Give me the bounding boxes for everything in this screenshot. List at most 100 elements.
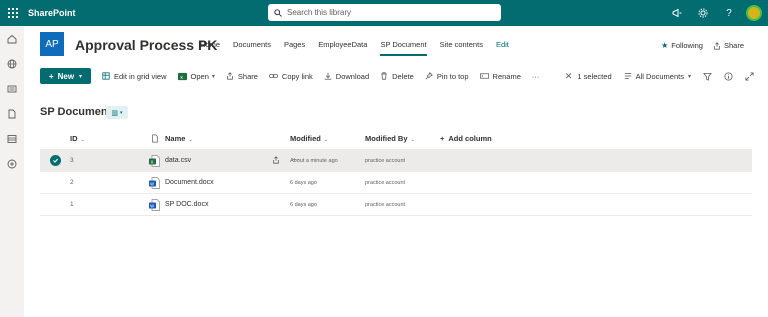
row-more-icon[interactable]: ··· <box>292 155 300 164</box>
app-bar <box>0 26 24 317</box>
expand-icon <box>745 71 754 81</box>
add-column-button[interactable]: + Add column <box>440 134 590 143</box>
copy-link-button[interactable]: Copy link <box>268 71 313 81</box>
row-id: 3 <box>70 157 74 164</box>
column-type[interactable] <box>144 134 165 143</box>
copy-link-label: Copy link <box>281 71 313 81</box>
rename-button[interactable]: Rename <box>479 71 521 81</box>
search-input[interactable]: Search this library <box>268 4 501 21</box>
word-file-icon: w <box>144 198 165 211</box>
home-icon[interactable] <box>0 26 24 51</box>
chevron-down-icon: ▾ <box>211 73 215 80</box>
share-button[interactable]: Share <box>226 72 258 81</box>
add-icon[interactable] <box>0 151 24 176</box>
list-view-icon <box>624 73 631 79</box>
pin-button[interactable]: Pin to top <box>425 72 469 81</box>
delete-button[interactable]: Delete <box>380 72 414 81</box>
new-label: New <box>57 71 75 81</box>
chevron-down-icon: ▾ <box>120 109 123 116</box>
pin-icon <box>425 72 433 80</box>
open-label: Open <box>190 71 209 81</box>
word-file-icon: w <box>144 176 165 189</box>
help-icon[interactable]: ? <box>716 0 742 26</box>
nav-pages[interactable]: Pages <box>284 40 305 54</box>
document-list: ID ⌄ Name ⌄ Modified ⌄ Modified By ⌄ + Add co… <box>40 128 752 216</box>
star-icon: ★ <box>661 41 669 50</box>
nav-employeedata[interactable]: EmployeeData <box>318 40 367 54</box>
gear-icon[interactable] <box>690 0 716 26</box>
table-row[interactable]: 3 x data.csv About a minute ago practice… <box>40 150 752 172</box>
row-checkbox[interactable] <box>40 155 70 166</box>
plus-icon: + <box>440 134 445 143</box>
grid-icon <box>102 72 110 80</box>
megaphone-icon[interactable] <box>664 0 690 26</box>
pin-label: Pin to top <box>436 71 469 81</box>
following-label: Following <box>671 41 703 50</box>
row-name[interactable]: SP DOC.docx <box>165 201 290 208</box>
filter-button[interactable] <box>703 72 712 81</box>
svg-text:x: x <box>180 74 183 80</box>
library-icon: ▥ <box>111 109 119 117</box>
share-icon <box>227 72 233 80</box>
table-header: ID ⌄ Name ⌄ Modified ⌄ Modified By ⌄ + Add co… <box>40 128 752 150</box>
new-button[interactable]: + New ▾ <box>40 68 91 84</box>
rename-label: Rename <box>492 71 521 81</box>
site-share-button[interactable]: Share <box>713 41 744 50</box>
avatar[interactable] <box>746 5 762 21</box>
table-row[interactable]: 2 w Document.docx 6 days ago practice ac… <box>40 172 752 194</box>
row-modified-by[interactable]: practice account <box>365 180 440 186</box>
share-icon <box>714 41 720 50</box>
download-icon <box>324 72 331 80</box>
clear-selection-button[interactable]: ✕ 1 selected <box>565 71 612 82</box>
chevron-down-icon: ⌄ <box>188 137 193 143</box>
svg-text:w: w <box>150 203 154 209</box>
nav-documents[interactable]: Documents <box>233 40 271 54</box>
site-title[interactable]: Approval Process PK <box>75 37 217 53</box>
row-name[interactable]: Document.docx <box>165 179 290 186</box>
download-label: Download <box>335 71 370 81</box>
site-logo[interactable]: AP <box>40 32 64 56</box>
column-modified-by[interactable]: Modified By ⌄ <box>365 134 440 143</box>
view-label: All Documents <box>635 71 684 81</box>
suite-bar: SharePoint Search this library ? <box>0 0 768 26</box>
app-name[interactable]: SharePoint <box>28 8 76 18</box>
svg-text:w: w <box>150 181 154 187</box>
row-modified-by[interactable]: practice account <box>365 158 440 164</box>
column-id-label: ID <box>70 134 78 143</box>
list-icon[interactable] <box>0 126 24 151</box>
table-row[interactable]: 1 w SP DOC.docx 6 days ago practice acco… <box>40 194 752 216</box>
share-label: Share <box>237 71 258 81</box>
file-icon[interactable] <box>0 101 24 126</box>
edit-grid-button[interactable]: Edit in grid view <box>102 72 167 81</box>
globe-icon[interactable] <box>0 51 24 76</box>
download-button[interactable]: Download <box>324 72 369 81</box>
waffle-icon[interactable] <box>0 0 26 26</box>
chevron-down-icon: ▾ <box>79 73 83 80</box>
more-button[interactable]: ··· <box>532 72 540 81</box>
search-icon <box>274 8 282 17</box>
nav-sp-document[interactable]: SP Document <box>380 40 427 56</box>
checkmark-icon <box>49 155 61 166</box>
column-id[interactable]: ID ⌄ <box>70 134 144 143</box>
column-name[interactable]: Name ⌄ <box>165 134 290 143</box>
chevron-down-icon: ⌄ <box>323 137 329 143</box>
nav-home[interactable]: Home <box>200 40 220 54</box>
expand-button[interactable] <box>745 71 754 81</box>
news-icon[interactable] <box>0 76 24 101</box>
nav-site-contents[interactable]: Site contents <box>440 40 483 54</box>
command-bar: + New ▾ Edit in grid view x Open ▾ Share… <box>24 64 768 88</box>
library-title: SP Document <box>40 106 112 118</box>
view-selector[interactable]: All Documents ▾ <box>624 72 691 81</box>
info-button[interactable] <box>724 71 733 81</box>
nav-edit[interactable]: Edit <box>496 40 509 54</box>
column-modified[interactable]: Modified ⌄ <box>290 134 365 143</box>
link-icon <box>268 74 278 78</box>
row-share-icon[interactable] <box>272 155 280 164</box>
delete-label: Delete <box>392 71 414 81</box>
row-modified: 6 days ago <box>290 179 317 186</box>
open-button[interactable]: x Open ▾ <box>177 71 215 81</box>
library-view-switch[interactable]: ▥ ▾ <box>106 106 128 119</box>
row-modified-by[interactable]: practice account <box>365 202 440 208</box>
following-button[interactable]: ★ Following <box>661 41 703 50</box>
csv-file-icon: x <box>144 154 165 167</box>
